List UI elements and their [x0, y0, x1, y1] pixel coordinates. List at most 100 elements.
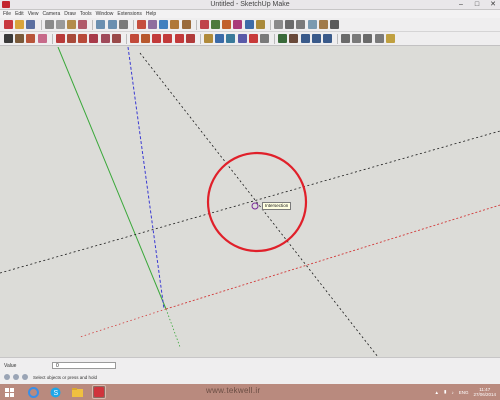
component-icon[interactable]: [159, 20, 169, 29]
pan-icon[interactable]: [289, 34, 299, 43]
clock[interactable]: 11:47 27/06/2014: [473, 387, 496, 397]
group-icon[interactable]: [148, 20, 158, 29]
help-icon[interactable]: [22, 374, 28, 380]
viewport-svg: [0, 47, 500, 357]
redo-icon[interactable]: [107, 20, 117, 29]
scale-icon[interactable]: [174, 34, 184, 43]
taskbar-skype-button[interactable]: S: [48, 385, 62, 399]
toolbar-separator: [195, 19, 197, 30]
line-icon[interactable]: [55, 34, 65, 43]
copy-icon[interactable]: [55, 20, 65, 29]
protractor-icon[interactable]: [226, 34, 236, 43]
toolbar-separator: [200, 33, 201, 44]
walk-icon[interactable]: [363, 34, 373, 43]
inference-tooltip: Intersection: [262, 202, 292, 210]
undo-icon[interactable]: [96, 20, 106, 29]
menu-extensions[interactable]: Extensions: [117, 10, 141, 18]
hidden-line-icon[interactable]: [296, 20, 306, 29]
new-icon[interactable]: [4, 20, 13, 29]
xray-icon[interactable]: [273, 20, 283, 29]
paint-bucket-icon[interactable]: [26, 34, 36, 43]
monochrome-icon[interactable]: [329, 20, 339, 29]
select-icon[interactable]: [4, 34, 13, 43]
tape-measure-icon[interactable]: [204, 34, 213, 43]
left-view-icon[interactable]: [255, 20, 265, 29]
position-camera-icon[interactable]: [352, 34, 362, 43]
previous-view-icon[interactable]: [341, 34, 351, 43]
arc-icon[interactable]: [66, 34, 76, 43]
orbit-icon[interactable]: [278, 34, 288, 43]
menu-tools[interactable]: Tools: [80, 10, 92, 18]
freehand-icon[interactable]: [111, 34, 121, 43]
right-view-icon[interactable]: [233, 20, 243, 29]
minimize-button[interactable]: –: [456, 0, 466, 10]
save-icon[interactable]: [26, 20, 36, 29]
start-button[interactable]: [2, 385, 16, 399]
menu-help[interactable]: Help: [146, 10, 156, 18]
textured-icon[interactable]: [318, 20, 328, 29]
wireframe-icon[interactable]: [285, 20, 295, 29]
menu-edit[interactable]: Edit: [15, 10, 24, 18]
rectangle-icon[interactable]: [78, 34, 88, 43]
language-indicator[interactable]: ENG: [459, 390, 469, 395]
svg-text:S: S: [53, 390, 58, 397]
model-viewport[interactable]: Intersection: [0, 47, 500, 357]
section-plane-icon[interactable]: [385, 34, 395, 43]
top-view-icon[interactable]: [211, 20, 220, 29]
axes-icon[interactable]: [248, 34, 258, 43]
solid-icon[interactable]: [181, 20, 191, 29]
toolbar-separator: [337, 33, 339, 44]
geo-location-icon[interactable]: [4, 374, 10, 380]
model-info-icon[interactable]: [136, 20, 146, 29]
erase-icon[interactable]: [78, 20, 88, 29]
iso-view-icon[interactable]: [199, 20, 209, 29]
sandbox-icon[interactable]: [170, 20, 180, 29]
push-pull-icon[interactable]: [141, 34, 151, 43]
clock-date: 27/06/2014: [473, 392, 496, 397]
measurements-input[interactable]: 0: [52, 362, 116, 369]
menu-file[interactable]: File: [3, 10, 11, 18]
rotate-icon[interactable]: [152, 34, 162, 43]
back-view-icon[interactable]: [244, 20, 254, 29]
zoom-window-icon[interactable]: [311, 34, 321, 43]
toolbar-separator: [92, 19, 94, 30]
taskbar-ie-button[interactable]: [26, 385, 40, 399]
volume-icon[interactable]: ♪: [451, 390, 453, 395]
drawing-toolbar: [0, 32, 500, 46]
intersection-marker: [251, 202, 259, 210]
credits-icon[interactable]: [13, 374, 19, 380]
3d-text-icon[interactable]: [259, 34, 269, 43]
open-icon[interactable]: [15, 20, 25, 29]
offset-icon[interactable]: [185, 34, 195, 43]
text-icon[interactable]: [237, 34, 247, 43]
shaded-icon[interactable]: [307, 20, 317, 29]
tray-up-arrow-icon[interactable]: ▲: [435, 390, 439, 395]
cut-icon[interactable]: [44, 20, 54, 29]
menu-view[interactable]: View: [28, 10, 39, 18]
menu-camera[interactable]: Camera: [42, 10, 60, 18]
menu-window[interactable]: Window: [96, 10, 114, 18]
print-icon[interactable]: [118, 20, 128, 29]
menu-draw[interactable]: Draw: [64, 10, 76, 18]
internet-explorer-icon: [27, 386, 39, 398]
paste-icon[interactable]: [66, 20, 76, 29]
network-icon[interactable]: ▮: [444, 389, 446, 395]
window-title: Untitled - SketchUp Make: [210, 1, 290, 8]
taskbar-explorer-button[interactable]: [70, 385, 84, 399]
maximize-button[interactable]: □: [472, 0, 482, 10]
circle-icon[interactable]: [89, 34, 99, 43]
sketchup-taskbar-icon: [94, 387, 104, 397]
move-icon[interactable]: [129, 34, 139, 43]
eraser-icon[interactable]: [37, 34, 47, 43]
front-view-icon[interactable]: [222, 20, 232, 29]
dimension-icon[interactable]: [215, 34, 225, 43]
close-button[interactable]: ✕: [488, 0, 498, 10]
make-component-icon[interactable]: [15, 34, 25, 43]
follow-me-icon[interactable]: [163, 34, 173, 43]
zoom-icon[interactable]: [300, 34, 310, 43]
polygon-icon[interactable]: [100, 34, 110, 43]
taskbar-sketchup-button[interactable]: [92, 385, 106, 399]
zoom-extents-icon[interactable]: [322, 34, 332, 43]
look-around-icon[interactable]: [374, 34, 384, 43]
watermark-text: www.tekwell.ir: [206, 386, 261, 395]
